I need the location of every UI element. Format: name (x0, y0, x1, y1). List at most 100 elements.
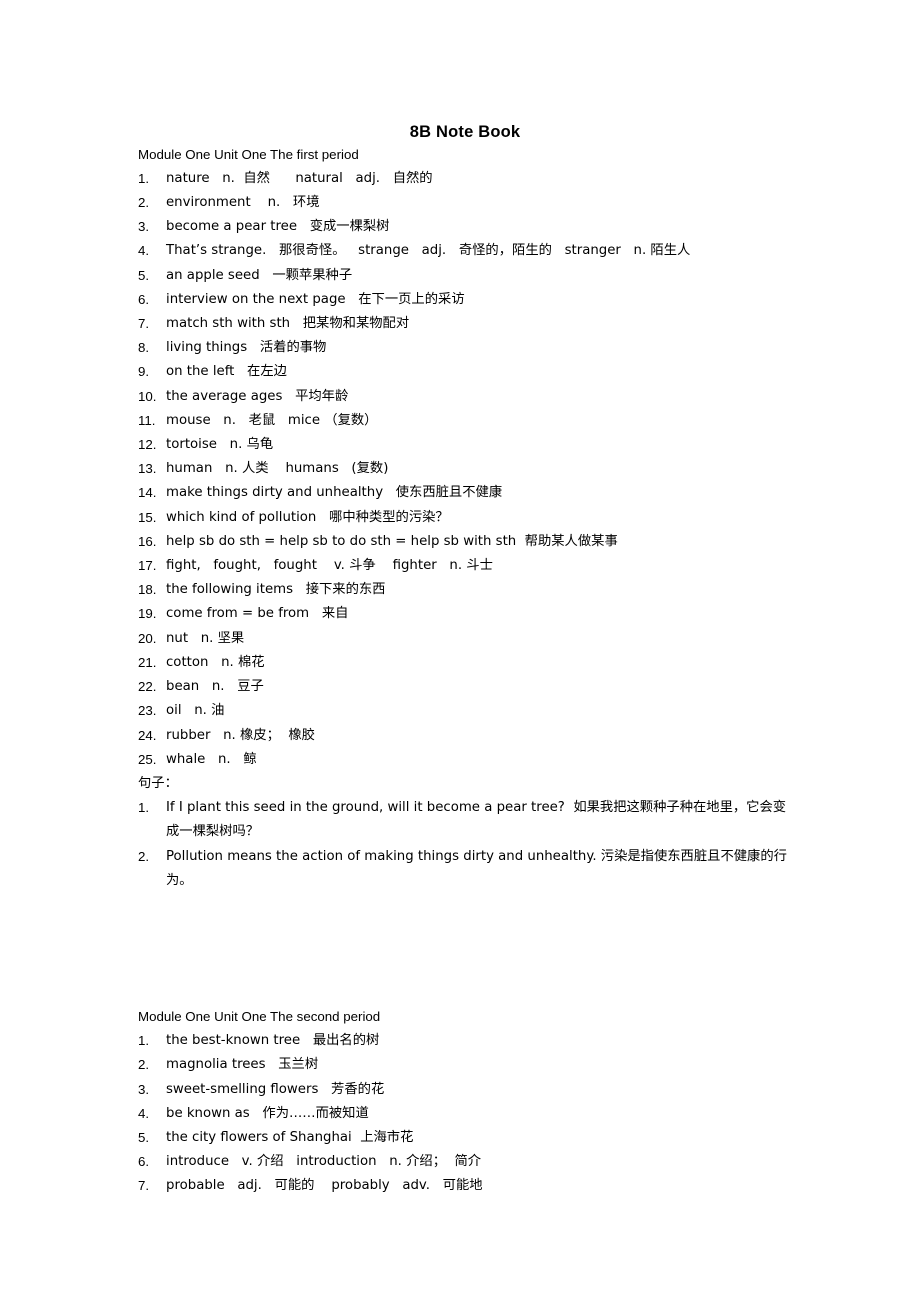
list-item: 3. sweet-smelling flowers 芳香的花 (138, 1078, 792, 1102)
list-item-text: which kind of pollution 哪中种类型的污染？ (166, 509, 449, 525)
list-item: 17. fight, fought, fought v. 斗争 fighter n… (138, 554, 792, 578)
list-item-number: 6. (138, 291, 150, 307)
list-item-number: 1. (138, 170, 150, 186)
list-item-number: 13. (138, 461, 157, 477)
list-item: 2. environment n. 环境 (138, 191, 792, 215)
list-item: 8. living things 活着的事物 (138, 336, 792, 360)
list-item: 21. cotton n. 棉花 (138, 651, 792, 675)
list-item-number: 3. (138, 1081, 150, 1097)
list-item: 6. introduce v. 介绍 introduction n. 介绍； 简介 (138, 1150, 792, 1174)
list-item-number: 4. (138, 1105, 150, 1121)
list-item-number: 25. (138, 751, 157, 767)
list-item-text: mouse n. 老鼠 mice （复数） (166, 412, 378, 428)
list-item-number: 4. (138, 243, 150, 259)
list-item-number: 18. (138, 582, 157, 598)
list-item-number: 16. (138, 533, 157, 549)
list-item-number: 6. (138, 1154, 150, 1170)
section-second-period: Module One Unit One The second period 1.… (138, 1005, 792, 1199)
list-item-text: become a pear tree 变成一棵梨树 (166, 219, 390, 235)
list-item-number: 10. (138, 388, 157, 404)
list-item: 13. human n. 人类 humans (复数) (138, 457, 792, 481)
list-item-text: come from = be from 来自 (166, 606, 349, 622)
list-item: 4. That’s strange. 那很奇怪。 strange adj. 奇怪的… (138, 239, 792, 263)
list-item: 4. be known as 作为……而被知道 (138, 1102, 792, 1126)
list-item-text: sweet-smelling flowers 芳香的花 (166, 1081, 385, 1097)
list-item: 16. help sb do sth = help sb to do sth = … (138, 530, 792, 554)
list-item-text: an apple seed 一颗苹果种子 (166, 267, 353, 283)
list-item-number: 23. (138, 703, 157, 719)
list-item-number: 14. (138, 485, 157, 501)
list-item: 15. which kind of pollution 哪中种类型的污染？ (138, 506, 792, 530)
list-item-text: tortoise n. 乌龟 (166, 437, 274, 453)
list-item: 7. match sth with sth 把某物和某物配对 (138, 312, 792, 336)
list-item-number: 8. (138, 340, 150, 356)
list-item-text: oil n. 油 (166, 703, 225, 719)
list-item-text: fight, fought, fought v. 斗争 fighter n. 斗… (166, 558, 493, 574)
list-item-text: interview on the next page 在下一页上的采访 (166, 291, 465, 307)
list-item: 22. bean n. 豆子 (138, 675, 792, 699)
list-item-number: 7. (138, 1178, 150, 1194)
list-item: 3. become a pear tree 变成一棵梨树 (138, 215, 792, 239)
list-item: 6. interview on the next page 在下一页上的采访 (138, 288, 792, 312)
list-item-number: 2. (138, 1057, 150, 1073)
list-item-number: 20. (138, 630, 157, 646)
list-item-number: 19. (138, 606, 157, 622)
list-item: 9. on the left 在左边 (138, 360, 792, 384)
vocabulary-list-second-period: 1. the best-known tree 最出名的树 2. magnolia t… (138, 1029, 792, 1198)
list-item: 14. make things dirty and unhealthy 使东西脏且… (138, 481, 792, 505)
list-item-number: 15. (138, 509, 157, 525)
sentences-list: 1. If I plant this seed in the ground, wi… (138, 796, 792, 893)
list-item-text: nut n. 坚果 (166, 630, 245, 646)
list-item: 19. come from = be from 来自 (138, 602, 792, 626)
sentences-label: 句子： (138, 775, 178, 791)
list-item-number: 5. (138, 267, 150, 283)
section-heading-second-period: Module One Unit One The second period (138, 1008, 381, 1024)
list-item-text: be known as 作为……而被知道 (166, 1105, 369, 1121)
list-item-text: living things 活着的事物 (166, 340, 327, 356)
page-title: 8B Note Book (409, 123, 521, 141)
list-item-text: help sb do sth = help sb to do sth = hel… (166, 533, 618, 549)
list-item-number: 11. (138, 412, 156, 428)
list-item-number: 2. (138, 848, 150, 864)
list-item-number: 1. (138, 1033, 150, 1049)
list-item: 2. Pollution means the action of making t… (138, 845, 792, 893)
section-heading-first-period: Module One Unit One The first period (138, 146, 359, 162)
list-item-text: rubber n. 橡皮； 橡胶 (166, 727, 315, 743)
list-item: 1. the best-known tree 最出名的树 (138, 1029, 792, 1053)
list-item-text: the best-known tree 最出名的树 (166, 1033, 380, 1049)
list-item: 20. nut n. 坚果 (138, 627, 792, 651)
list-item: 24. rubber n. 橡皮； 橡胶 (138, 724, 792, 748)
list-item-text: magnolia trees 玉兰树 (166, 1057, 319, 1073)
list-item-text: cotton n. 棉花 (166, 654, 265, 670)
list-item-number: 24. (138, 727, 157, 743)
list-item-text: If I plant this seed in the ground, will… (166, 800, 787, 840)
list-item-number: 22. (138, 679, 157, 695)
list-item-number: 7. (138, 316, 150, 332)
section-first-period: Module One Unit One The first period 1. n… (138, 143, 792, 893)
list-item-number: 21. (138, 654, 157, 670)
list-item-number: 3. (138, 219, 150, 235)
list-item-text: whale n. 鲸 (166, 751, 257, 767)
list-item-text: probable adj. 可能的 probably adv. 可能地 (166, 1178, 483, 1194)
list-item: 25. whale n. 鲸 (138, 748, 792, 772)
list-item: 10. the average ages 平均年龄 (138, 385, 792, 409)
list-item-text: bean n. 豆子 (166, 679, 264, 695)
list-item: 12. tortoise n. 乌龟 (138, 433, 792, 457)
list-item-text: match sth with sth 把某物和某物配对 (166, 316, 410, 332)
list-item-number: 1. (138, 800, 150, 816)
list-item: 18. the following items 接下来的东西 (138, 578, 792, 602)
list-item: 7. probable adj. 可能的 probably adv. 可能地 (138, 1174, 792, 1198)
list-item: 11. mouse n. 老鼠 mice （复数） (138, 409, 792, 433)
list-item-text: nature n. 自然 natural adj. 自然的 (166, 170, 433, 186)
vocabulary-list-first-period: 1. nature n. 自然 natural adj. 自然的 2. enviro… (138, 167, 792, 772)
list-item: 1. If I plant this seed in the ground, wi… (138, 796, 792, 844)
list-item-number: 5. (138, 1129, 150, 1145)
list-item-text: the following items 接下来的东西 (166, 582, 386, 598)
list-item-text: That’s strange. 那很奇怪。 strange adj. 奇怪的，陌… (166, 243, 691, 259)
list-item-number: 12. (138, 437, 157, 453)
document-body: 8B Note Book Module One Unit One The fir… (138, 0, 792, 1199)
list-item-number: 17. (138, 558, 157, 574)
list-item-text: human n. 人类 humans (复数) (166, 461, 389, 477)
list-item-number: 2. (138, 195, 150, 211)
